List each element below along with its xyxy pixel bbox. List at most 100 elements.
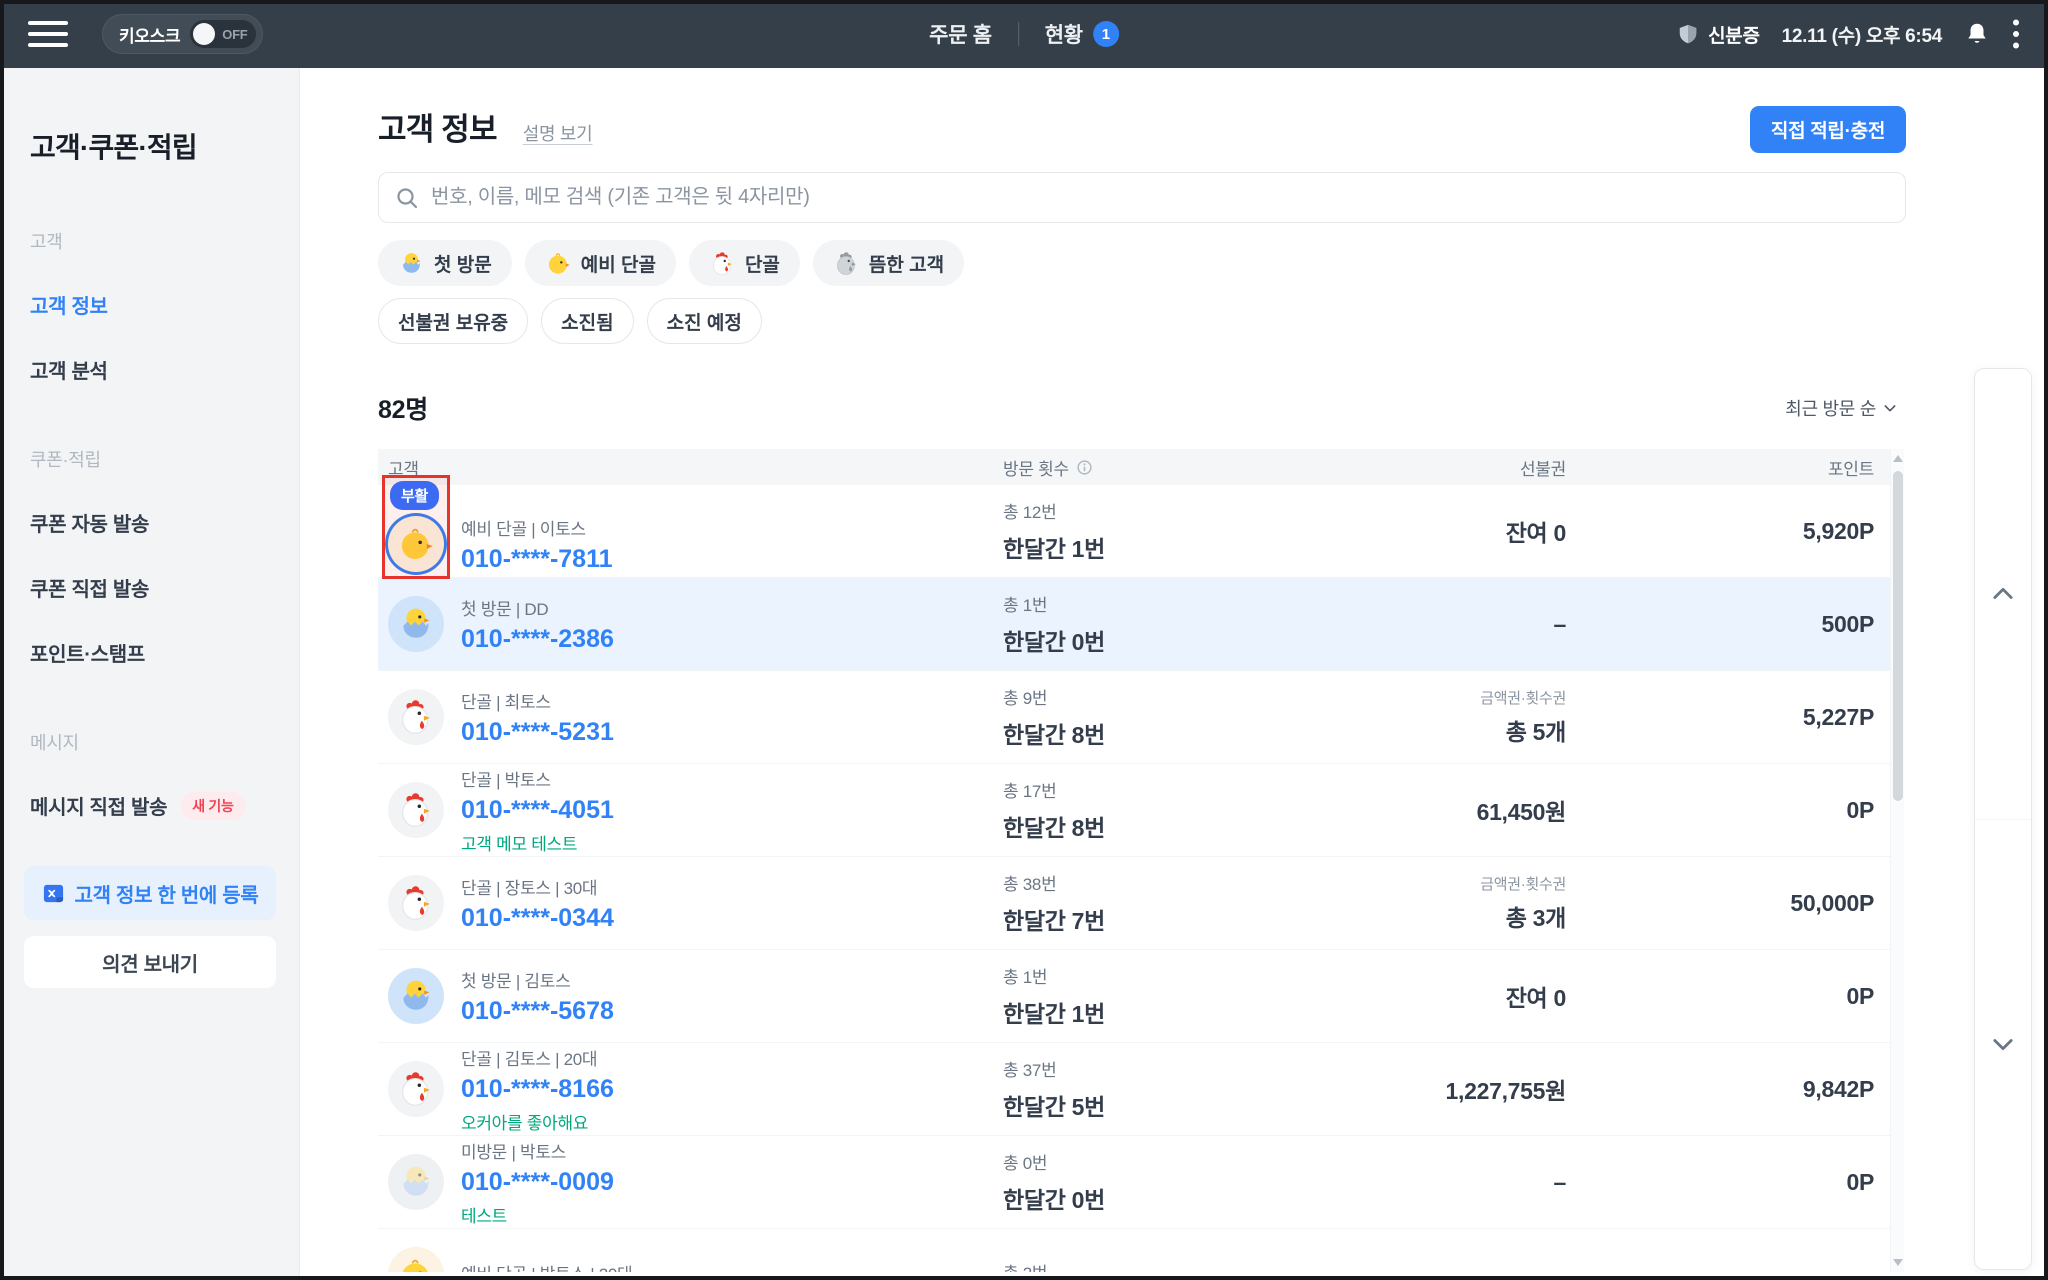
customer-row[interactable]: 단골 | 박토스 010-****-4051 고객 메모 테스트 총 17번 한… bbox=[378, 764, 1904, 857]
customer-row[interactable]: 예비 단골 | 박토스 | 20대 총 2번 bbox=[378, 1229, 1904, 1272]
bulk-register-button[interactable]: 고객 정보 한 번에 등록 bbox=[24, 866, 276, 920]
customer-phone[interactable]: 010-****-5678 bbox=[461, 997, 614, 1026]
points-cell: 500P bbox=[1566, 611, 1874, 638]
column-visits: 방문 횟수 bbox=[1003, 455, 1383, 480]
segment-filter-chip[interactable]: 예비 단골 bbox=[525, 240, 676, 286]
visits-month: 한달간 8번 bbox=[1003, 716, 1383, 750]
visits-cell: 총 1번 한달간 1번 bbox=[1003, 963, 1383, 1029]
customer-row[interactable]: 단골 | 최토스 010-****-5231 총 9번 한달간 8번 금액권·횟… bbox=[378, 671, 1904, 764]
prepaid-cell: 잔여 0 bbox=[1383, 514, 1566, 548]
customer-segment-name: 단골 | 박토스 bbox=[461, 766, 614, 791]
visits-cell: 총 38번 한달간 7번 bbox=[1003, 870, 1383, 936]
scrollbar-thumb[interactable] bbox=[1893, 471, 1903, 801]
description-link[interactable]: 설명 보기 bbox=[523, 120, 593, 146]
visits-total: 총 38번 bbox=[1003, 870, 1383, 895]
customer-row[interactable]: 단골 | 장토스 | 30대 010-****-0344 총 38번 한달간 7… bbox=[378, 857, 1904, 950]
nav-order-home[interactable]: 주문 홈 bbox=[929, 19, 992, 49]
customer-segment-name: 단골 | 장토스 | 30대 bbox=[461, 874, 614, 899]
sidebar-item-coupon-auto[interactable]: 쿠폰 자동 발송 bbox=[30, 508, 275, 537]
sidebar-item-message-direct[interactable]: 메시지 직접 발송 새 기능 bbox=[30, 791, 275, 820]
id-check-button[interactable]: 신분증 bbox=[1677, 21, 1760, 48]
rooster-icon bbox=[388, 875, 444, 931]
customer-cell: 첫 방문 | 김토스 010-****-5678 bbox=[388, 967, 1003, 1026]
visits-cell: 총 0번 한달간 0번 bbox=[1003, 1149, 1383, 1215]
info-icon[interactable] bbox=[1076, 459, 1093, 476]
customer-phone[interactable]: 010-****-8166 bbox=[461, 1075, 614, 1104]
visits-month: 한달간 8번 bbox=[1003, 809, 1383, 843]
customer-row[interactable]: 부활 예비 단골 | 이토스 010-****-7811 총 12번 한달간 1… bbox=[378, 485, 1904, 578]
customer-row[interactable]: 첫 방문 | 김토스 010-****-5678 총 1번 한달간 1번 잔여 … bbox=[378, 950, 1904, 1043]
prepaid-cell: 1,227,755원 bbox=[1383, 1072, 1566, 1106]
search-input[interactable] bbox=[431, 186, 1889, 209]
notifications-button[interactable] bbox=[1964, 21, 1990, 47]
prepaid-filter-chip[interactable]: 소진 예정 bbox=[647, 298, 762, 344]
sidebar-item-coupon-direct[interactable]: 쿠폰 직접 발송 bbox=[30, 573, 275, 602]
prepaid-value: 61,450원 bbox=[1383, 793, 1566, 827]
customer-phone[interactable]: 010-****-2386 bbox=[461, 625, 614, 654]
hamburger-menu-icon[interactable] bbox=[28, 21, 68, 47]
more-menu-button[interactable] bbox=[2012, 19, 2020, 49]
scrollbar-up-arrow[interactable] bbox=[1893, 455, 1903, 462]
sort-dropdown[interactable]: 최근 방문 순 bbox=[1785, 395, 1898, 421]
bell-icon bbox=[1964, 21, 1990, 47]
sidebar-section-coupon-points: 쿠폰·적립 bbox=[30, 446, 275, 472]
segment-filter-chip[interactable]: 단골 bbox=[689, 240, 800, 286]
segment-filter-chip[interactable]: 뜸한 고객 bbox=[813, 240, 964, 286]
customer-cell: 미방문 | 박토스 010-****-0009 테스트 bbox=[388, 1138, 1003, 1227]
points-cell: 5,920P bbox=[1566, 518, 1874, 545]
prepaid-filter-row: 선불권 보유중 소진됨 소진 예정 bbox=[378, 298, 762, 344]
customer-cell: 첫 방문 | DD 010-****-2386 bbox=[388, 595, 1003, 654]
message-direct-label: 메시지 직접 발송 bbox=[30, 791, 167, 820]
customer-search-box[interactable] bbox=[378, 172, 1906, 223]
visits-total: 총 0번 bbox=[1003, 1149, 1383, 1174]
column-prepaid: 선불권 bbox=[1383, 455, 1566, 480]
prepaid-filter-chip[interactable]: 소진됨 bbox=[541, 298, 633, 344]
customer-cell: 단골 | 최토스 010-****-5231 bbox=[388, 688, 1003, 747]
scrollbar-down-arrow[interactable] bbox=[1893, 1259, 1903, 1266]
visits-total: 총 37번 bbox=[1003, 1056, 1383, 1081]
customer-phone[interactable]: 010-****-5231 bbox=[461, 718, 614, 747]
prepaid-cell: – bbox=[1383, 611, 1566, 638]
page-down-button[interactable] bbox=[1975, 819, 2031, 1270]
points-cell: 5,227P bbox=[1566, 704, 1874, 731]
shield-icon bbox=[1677, 22, 1699, 46]
points-cell: 0P bbox=[1566, 983, 1874, 1010]
customer-phone[interactable]: 010-****-4051 bbox=[461, 796, 614, 825]
customer-row[interactable]: 미방문 | 박토스 010-****-0009 테스트 총 0번 한달간 0번 … bbox=[378, 1136, 1904, 1229]
chip-label: 소진 예정 bbox=[667, 308, 742, 335]
kiosk-toggle[interactable]: OFF bbox=[190, 20, 256, 48]
rooster-icon bbox=[388, 689, 444, 745]
customer-cell: 예비 단골 | 박토스 | 20대 bbox=[388, 1247, 1003, 1272]
prepaid-cell: – bbox=[1383, 1169, 1566, 1196]
kiosk-state-label: OFF bbox=[222, 27, 247, 42]
page-up-button[interactable] bbox=[1975, 369, 2031, 819]
customer-phone[interactable]: 010-****-0344 bbox=[461, 904, 614, 933]
customer-row[interactable]: 단골 | 김토스 | 20대 010-****-8166 오커아를 좋아해요 총… bbox=[378, 1043, 1904, 1136]
prepaid-filter-chip[interactable]: 선불권 보유중 bbox=[378, 298, 528, 344]
prepaid-value: 잔여 0 bbox=[1383, 514, 1566, 548]
visits-total: 총 9번 bbox=[1003, 684, 1383, 709]
sidebar-item-point-stamp[interactable]: 포인트·스탬프 bbox=[30, 638, 275, 667]
sidebar-item-customer-info[interactable]: 고객 정보 bbox=[30, 290, 275, 319]
prepaid-value: 1,227,755원 bbox=[1383, 1072, 1566, 1106]
table-scrollbar[interactable] bbox=[1890, 449, 1904, 1272]
feedback-button[interactable]: 의견 보내기 bbox=[24, 936, 276, 988]
customer-phone[interactable]: 010-****-7811 bbox=[461, 545, 613, 574]
points-cell: 9,842P bbox=[1566, 1076, 1874, 1103]
segment-filter-chip[interactable]: 첫 방문 bbox=[378, 240, 512, 286]
table-header-row: 고객 방문 횟수 선불권 포인트 bbox=[378, 449, 1904, 485]
chip-label: 예비 단골 bbox=[581, 250, 656, 277]
customer-phone[interactable]: 010-****-0009 bbox=[461, 1168, 614, 1197]
chip-label: 소진됨 bbox=[561, 308, 613, 335]
sidebar-title: 고객·쿠폰·적립 bbox=[30, 126, 275, 166]
nav-status[interactable]: 현황 1 bbox=[1045, 19, 1119, 49]
chick-icon bbox=[545, 250, 572, 277]
direct-charge-button[interactable]: 직접 적립·충전 bbox=[1750, 106, 1906, 153]
nav-status-label: 현황 bbox=[1045, 19, 1083, 49]
customer-row[interactable]: 첫 방문 | DD 010-****-2386 총 1번 한달간 0번 – 50… bbox=[378, 578, 1904, 671]
kiosk-toggle-group[interactable]: 키오스크 OFF bbox=[102, 14, 263, 54]
sidebar-item-customer-analysis[interactable]: 고객 분석 bbox=[30, 355, 275, 384]
visits-month: 한달간 1번 bbox=[1003, 530, 1383, 564]
hatching-chick-pale-icon bbox=[388, 1154, 444, 1210]
sort-label: 최근 방문 순 bbox=[1785, 395, 1876, 421]
